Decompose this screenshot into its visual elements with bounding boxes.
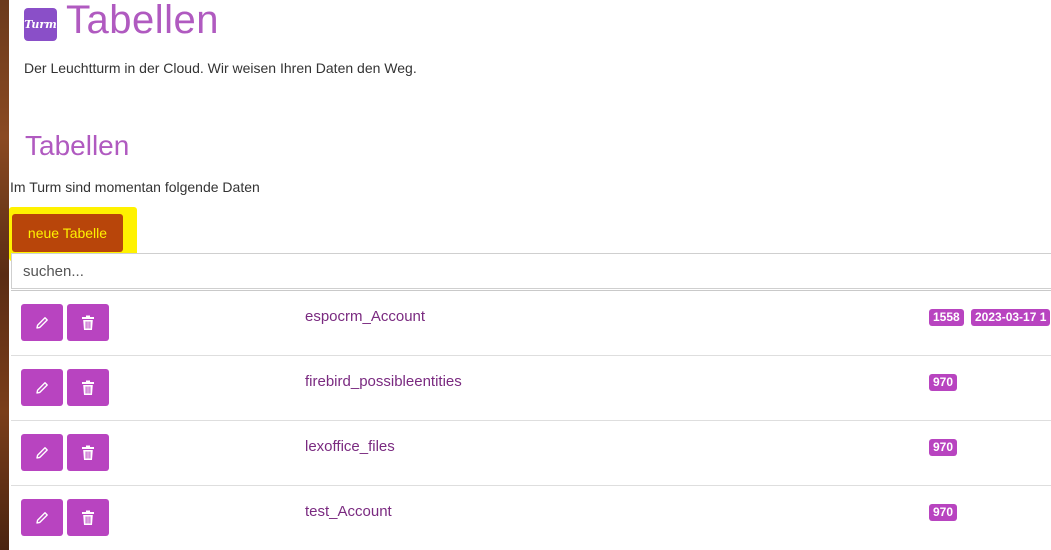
pencil-icon [34, 445, 50, 461]
new-table-button[interactable]: neue Tabelle [12, 214, 123, 252]
trash-icon [81, 380, 95, 396]
page: Turm Tabellen Der Leuchtturm in der Clou… [0, 0, 1051, 550]
pencil-icon [34, 380, 50, 396]
tagline: Der Leuchtturm in der Cloud. Wir weisen … [24, 60, 417, 76]
table-name-link[interactable]: lexoffice_files [305, 438, 395, 455]
row-count-badge: 1558 [929, 309, 964, 326]
pencil-icon [34, 315, 50, 331]
trash-icon [81, 315, 95, 331]
edit-button[interactable] [21, 304, 63, 341]
table-name-link[interactable]: firebird_possibleentities [305, 373, 462, 390]
trash-icon [81, 445, 95, 461]
edit-button[interactable] [21, 369, 63, 406]
table-row: firebird_possibleentities 970 [11, 356, 1051, 421]
table-row: lexoffice_files 970 [11, 421, 1051, 486]
app-title: Tabellen [66, 0, 220, 42]
row-count-badge: 970 [929, 504, 958, 521]
background-strip [0, 0, 9, 550]
search-input[interactable] [11, 253, 1051, 289]
pencil-icon [34, 510, 50, 526]
section-description: Im Turm sind momentan folgende Daten [10, 179, 260, 195]
delete-button[interactable] [67, 434, 109, 471]
edit-button[interactable] [21, 499, 63, 536]
row-count-badge: 970 [929, 439, 958, 456]
delete-button[interactable] [67, 304, 109, 341]
row-count-badge: 970 [929, 374, 958, 391]
app-logo[interactable]: Turm [24, 8, 57, 41]
delete-button[interactable] [67, 369, 109, 406]
table-name-link[interactable]: test_Account [305, 503, 392, 520]
table-row: espocrm_Account 1558 2023-03-17 1 [11, 291, 1051, 356]
table-name-link[interactable]: espocrm_Account [305, 308, 425, 325]
edit-button[interactable] [21, 434, 63, 471]
table-row: test_Account 970 [11, 486, 1051, 550]
section-title: Tabellen [25, 130, 130, 161]
table-list: espocrm_Account 1558 2023-03-17 1 firebird_… [11, 290, 1051, 550]
delete-button[interactable] [67, 499, 109, 536]
trash-icon [81, 510, 95, 526]
date-badge: 2023-03-17 1 [971, 309, 1051, 326]
